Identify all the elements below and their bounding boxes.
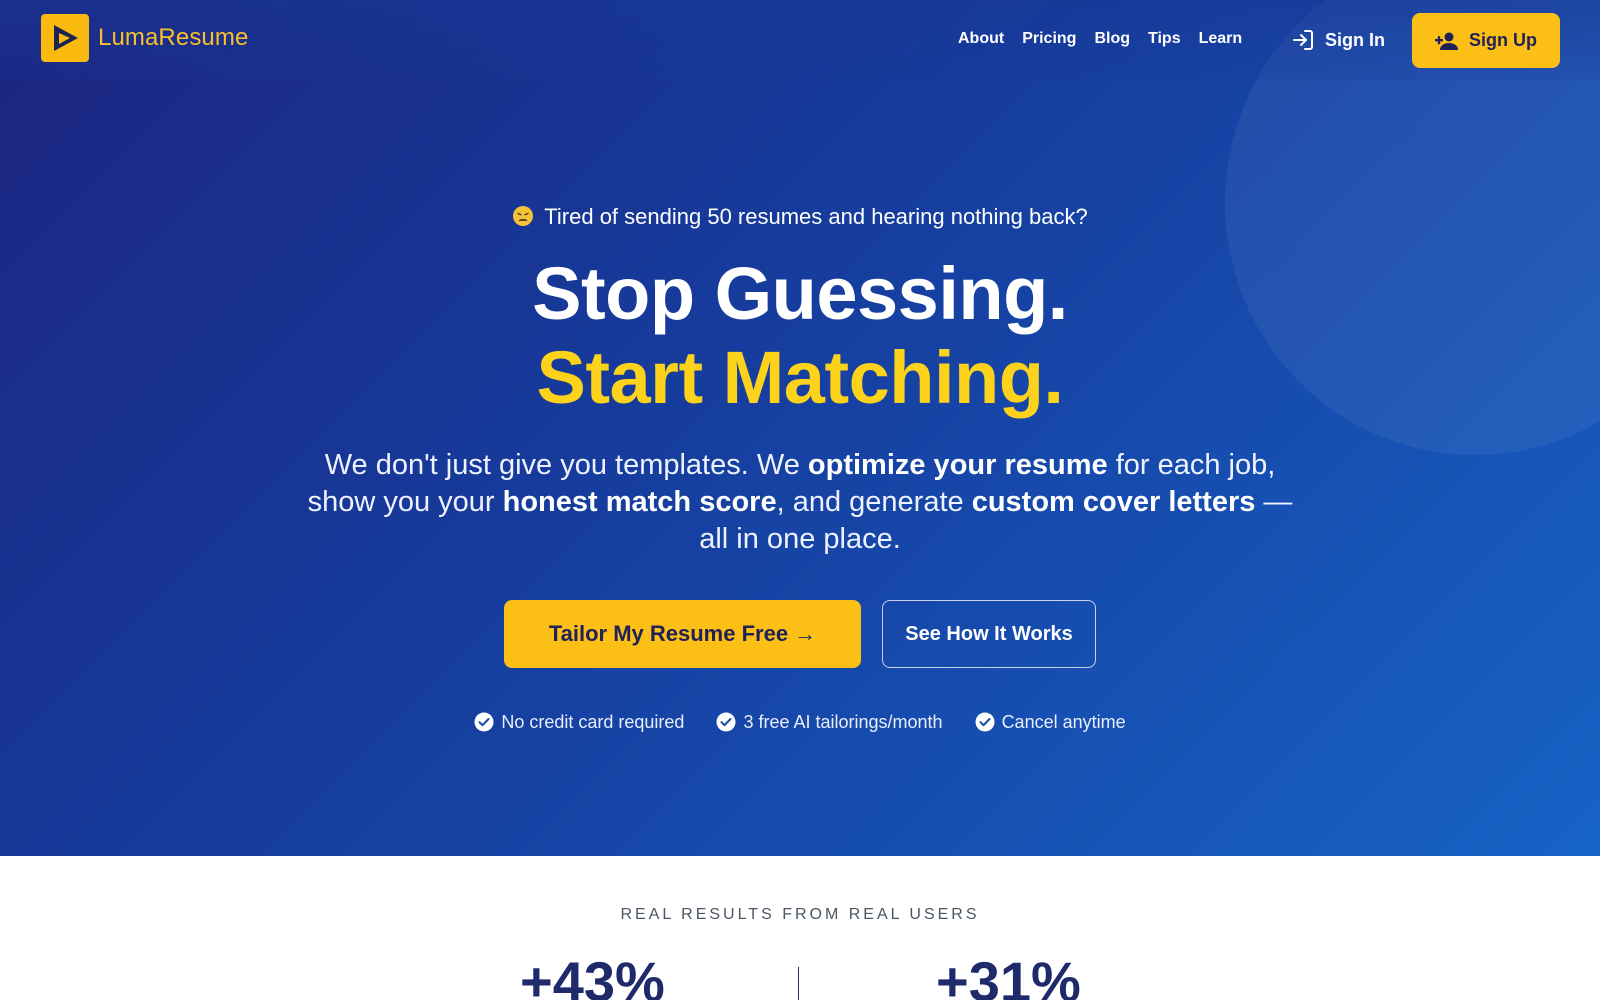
stat-divider: [798, 967, 799, 1000]
headline-line-2: Start Matching.: [536, 336, 1064, 419]
subcopy-text-3: , and generate: [776, 486, 972, 518]
perk-item: Cancel anytime: [975, 711, 1126, 733]
subcopy-bold-1: optimize your resume: [807, 449, 1108, 481]
nav-link-learn[interactable]: Learn: [1199, 29, 1243, 49]
play-triangle-logo-icon: [41, 14, 89, 62]
hero-subcopy: We don't just give you templates. We opt…: [290, 447, 1310, 558]
check-circle-icon: [716, 712, 736, 732]
check-circle-icon: [474, 712, 494, 732]
add-user-icon: [1435, 32, 1458, 50]
brand-name: LumaResume: [98, 24, 249, 51]
sign-in-button[interactable]: Sign In: [1291, 26, 1385, 54]
top-navbar: LumaResume About Pricing Blog Tips Learn…: [0, 0, 1600, 80]
hero-section: LumaResume About Pricing Blog Tips Learn…: [0, 0, 1600, 856]
brand-logo-link[interactable]: LumaResume: [41, 14, 248, 62]
nav-link-about[interactable]: About: [958, 29, 1004, 49]
hero-headline: Stop Guessing. Start Matching.: [0, 252, 1600, 420]
tailor-resume-button[interactable]: Tailor My Resume Free →: [504, 600, 861, 668]
perk-label: 3 free AI tailorings/month: [743, 712, 943, 732]
subcopy-bold-3: custom cover letters: [971, 486, 1256, 518]
perk-item: No credit card required: [474, 711, 684, 733]
subcopy-text-1: We don't just give you templates. We: [324, 449, 808, 481]
perk-label: No credit card required: [501, 712, 685, 732]
stat-value: +43%: [520, 950, 665, 1000]
subcopy-bold-2: honest match score: [502, 486, 777, 518]
sign-up-button[interactable]: Sign Up: [1412, 13, 1560, 68]
hero-tagline: Tired of sending 50 resumes and hearing …: [0, 203, 1600, 231]
perk-item: 3 free AI tailorings/month: [716, 711, 943, 733]
check-circle-icon: [975, 712, 995, 732]
nav-link-blog[interactable]: Blog: [1094, 29, 1130, 49]
stat-value: +31%: [936, 950, 1081, 1000]
sign-up-label: Sign Up: [1469, 30, 1537, 50]
perks-list: No credit card required 3 free AI tailor…: [0, 711, 1600, 733]
nav-link-pricing[interactable]: Pricing: [1022, 29, 1076, 49]
main-nav: About Pricing Blog Tips Learn: [958, 29, 1260, 49]
tagline-text: Tired of sending 50 resumes and hearing …: [544, 204, 1088, 229]
nav-link-tips[interactable]: Tips: [1148, 29, 1181, 49]
results-label: REAL RESULTS FROM REAL USERS: [620, 906, 980, 923]
headline-line-1: Stop Guessing.: [532, 252, 1068, 335]
see-how-it-works-button[interactable]: See How It Works: [882, 600, 1096, 668]
sign-in-label: Sign In: [1325, 29, 1385, 50]
login-arrow-icon: [1293, 30, 1313, 50]
weary-face-emoji-icon: [513, 206, 534, 226]
perk-label: Cancel anytime: [1001, 712, 1126, 732]
